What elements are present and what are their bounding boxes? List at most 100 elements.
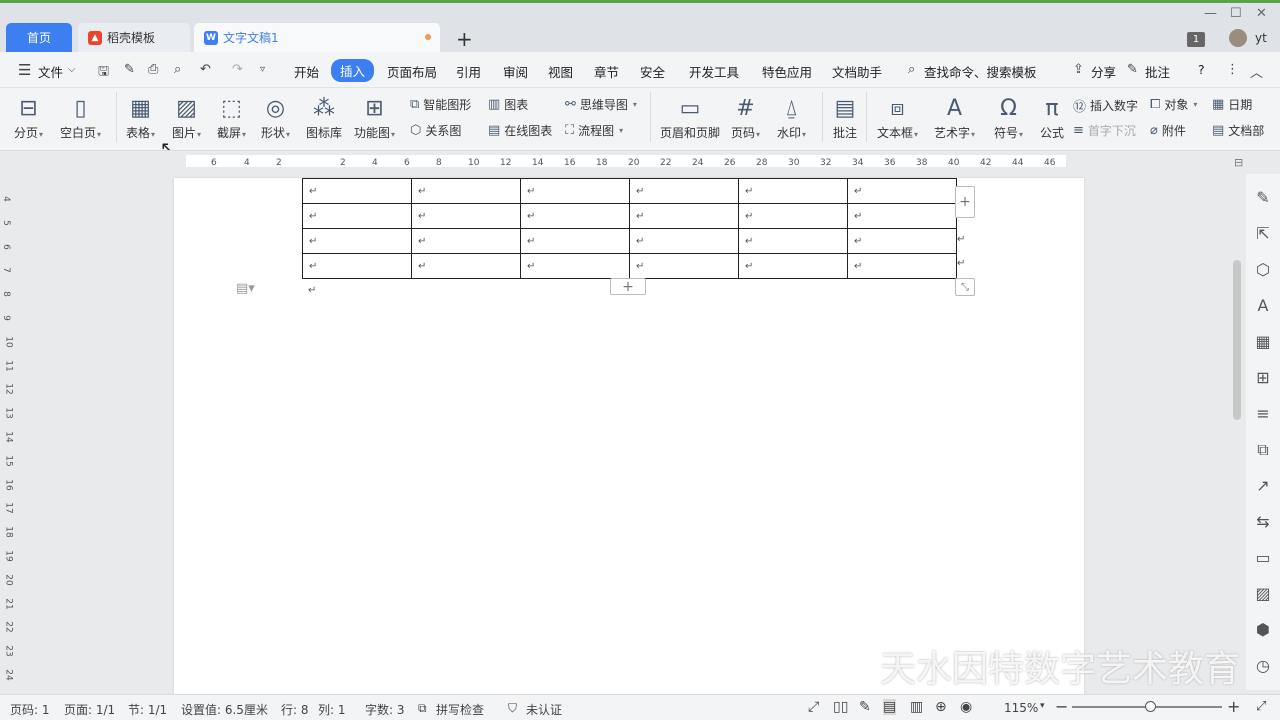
status-words[interactable]: 字数: 3 <box>365 701 405 718</box>
save-icon[interactable]: 🖫 <box>98 62 109 84</box>
attachment-button[interactable]: ⌀ 附件 <box>1150 122 1186 139</box>
chevron-down-icon[interactable]: ▾ <box>1040 701 1045 711</box>
table-cell[interactable]: ↵ <box>520 228 630 254</box>
style-icon[interactable]: A <box>1254 296 1272 315</box>
cloud-icon[interactable]: ⬢ <box>1254 620 1272 639</box>
blank-page-button[interactable]: ▯ 空白页▾ <box>60 94 101 141</box>
help-button[interactable]: ? <box>1198 62 1205 77</box>
expand-icon[interactable]: ⤢ <box>1256 699 1266 714</box>
redo-icon[interactable]: ↷ <box>232 62 243 77</box>
table-cell[interactable]: ↵ <box>847 228 957 254</box>
collapse-ribbon-icon[interactable]: ︿ <box>1250 62 1263 81</box>
table-row[interactable]: ↵ ↵ ↵ ↵ ↵ ↵ <box>302 228 957 254</box>
doc-check-icon[interactable]: ⧉ <box>1254 440 1272 460</box>
window-count-badge[interactable]: 1 <box>1187 32 1205 47</box>
table-cell[interactable]: ↵ <box>411 203 521 229</box>
close-icon[interactable]: ✕ <box>1256 6 1267 21</box>
page-view-icon[interactable]: ▤ <box>883 699 897 715</box>
table-cell[interactable]: ↵ <box>847 203 957 229</box>
status-page[interactable]: 页面: 1/1 <box>64 701 115 718</box>
table-button[interactable]: ▦ 表格▾ <box>126 94 155 141</box>
share-button[interactable]: 分享 <box>1091 62 1116 81</box>
share-doc-icon[interactable]: ↗ <box>1254 476 1272 495</box>
status-page-code[interactable]: 页码: 1 <box>10 701 50 718</box>
shapes-icon[interactable]: ⬡ <box>1254 260 1272 279</box>
spell-check-icon[interactable]: ⧉ <box>418 701 427 716</box>
read-mode-icon[interactable]: ▯▯ <box>833 699 848 715</box>
object-button[interactable]: ⧠ 对象 ▾ <box>1150 96 1197 113</box>
menu-developer[interactable]: 开发工具 <box>689 62 739 81</box>
file-menu[interactable]: 文件 <box>38 62 63 81</box>
customize-icon[interactable]: ▿ <box>260 64 265 75</box>
table-tools-icon[interactable]: ▦ <box>1254 332 1272 351</box>
print-preview-icon[interactable]: ⌕ <box>174 62 181 77</box>
edit-icon[interactable]: ✎ <box>1254 188 1272 207</box>
table-cell[interactable]: ↵ <box>520 253 630 279</box>
vertical-scrollbar[interactable] <box>1233 260 1241 420</box>
comment-button[interactable]: 批注 <box>1145 62 1170 81</box>
relation-chart-button[interactable]: ⬡ 关系图 <box>410 122 461 139</box>
table-cell[interactable]: ↵ <box>847 178 957 204</box>
smart-graphic-button[interactable]: ⧉ 智能图形 <box>410 96 471 113</box>
tab-template[interactable]: ▲ 稻壳模板 <box>78 23 190 52</box>
minimize-icon[interactable]: — <box>1204 6 1217 21</box>
menu-review[interactable]: 审阅 <box>503 62 528 81</box>
table-cell[interactable]: ↵ <box>738 253 848 279</box>
document-table[interactable]: ↵ ↵ ↵ ↵ ↵ ↵ ↵ ↵ ↵ ↵ ↵ ↵ ↵ ↵ ↵ ↵ ↵ ↵ ↵ ↵ ↵ ↵ ↵ ↵ <box>302 178 957 279</box>
add-column-button[interactable]: + <box>955 186 975 218</box>
table-cell[interactable]: ↵ <box>302 178 412 204</box>
more-icon[interactable]: ⋮ <box>1226 62 1239 77</box>
add-row-button[interactable]: + <box>610 278 646 295</box>
table-cell[interactable]: ↵ <box>738 228 848 254</box>
write-mode-icon[interactable]: ✎ <box>859 699 871 715</box>
select-icon[interactable]: ⇱ <box>1254 224 1272 243</box>
textbox-button[interactable]: ⧈ 文本框▾ <box>877 94 918 141</box>
table-cell[interactable]: ↵ <box>629 178 739 204</box>
status-row[interactable]: 行: 8 <box>281 701 309 718</box>
table-cell[interactable]: ↵ <box>847 253 957 279</box>
word-art-button[interactable]: A 艺术字▾ <box>934 94 975 141</box>
function-chart-button[interactable]: ⊞ 功能图▾ <box>354 94 395 141</box>
shape-button[interactable]: ◎ 形状▾ <box>261 94 290 141</box>
new-tab-button[interactable]: + <box>456 27 473 51</box>
symbol-button[interactable]: Ω 符号▾ <box>994 94 1023 141</box>
archive-icon[interactable]: ▭ <box>1254 548 1272 567</box>
avatar[interactable] <box>1229 29 1247 47</box>
insert-number-button[interactable]: ⑫ 插入数字 <box>1073 96 1138 115</box>
table-row[interactable]: ↵ ↵ ↵ ↵ ↵ ↵ <box>302 178 957 204</box>
table-row[interactable]: ↵ ↵ ↵ ↵ ↵ ↵ <box>302 253 957 279</box>
menu-security[interactable]: 安全 <box>640 62 665 81</box>
date-button[interactable]: ▦ 日期 <box>1212 96 1252 113</box>
menu-reference[interactable]: 引用 <box>456 62 481 81</box>
tab-document[interactable]: W 文字文稿1 <box>194 23 440 52</box>
formula-button[interactable]: π 公式 <box>1038 94 1066 141</box>
settings-sliders-icon[interactable]: ≡ <box>1254 404 1272 423</box>
status-section[interactable]: 节: 1/1 <box>128 701 167 718</box>
table-cell[interactable]: ↵ <box>520 178 630 204</box>
menu-view[interactable]: 视图 <box>548 62 573 81</box>
page-break-button[interactable]: ⊟ 分页▾ <box>14 94 43 141</box>
web-view-icon[interactable]: ⊕ <box>935 699 947 715</box>
table-cell[interactable]: ↵ <box>738 203 848 229</box>
table-cell[interactable]: ↵ <box>411 228 521 254</box>
menu-page-layout[interactable]: 页面布局 <box>387 62 437 81</box>
flowchart-button[interactable]: ⛶ 流程图 ▾ <box>565 122 623 139</box>
comment-icon[interactable]: ✎ <box>1127 62 1138 77</box>
user-name[interactable]: yt <box>1255 31 1267 45</box>
paste-options-icon[interactable]: ▤▾ <box>236 281 255 296</box>
menu-section[interactable]: 章节 <box>594 62 619 81</box>
image-icon[interactable]: ▨ <box>1254 584 1272 603</box>
chevron-down-icon[interactable]: ⌵ <box>68 64 76 75</box>
spell-check-button[interactable]: 拼写检查 <box>436 701 484 718</box>
share-icon[interactable]: ⇪ <box>1073 62 1084 77</box>
fullscreen-icon[interactable]: ⤢ <box>808 699 819 715</box>
layout-icon[interactable]: ⊞ <box>1254 368 1272 387</box>
table-row[interactable]: ↵ ↵ ↵ ↵ ↵ ↵ <box>302 203 957 229</box>
undo-icon[interactable]: ↶ <box>200 62 211 77</box>
screenshot-button[interactable]: ⬚ 截屏▾ <box>217 94 246 141</box>
status-setting[interactable]: 设置值: 6.5厘米 <box>181 701 268 718</box>
ruler-toggle-icon[interactable]: ⊟ <box>1234 156 1243 169</box>
table-cell[interactable]: ↵ <box>738 178 848 204</box>
table-cell[interactable]: ↵ <box>629 253 739 279</box>
search-icon[interactable]: ⌕ <box>908 62 915 77</box>
